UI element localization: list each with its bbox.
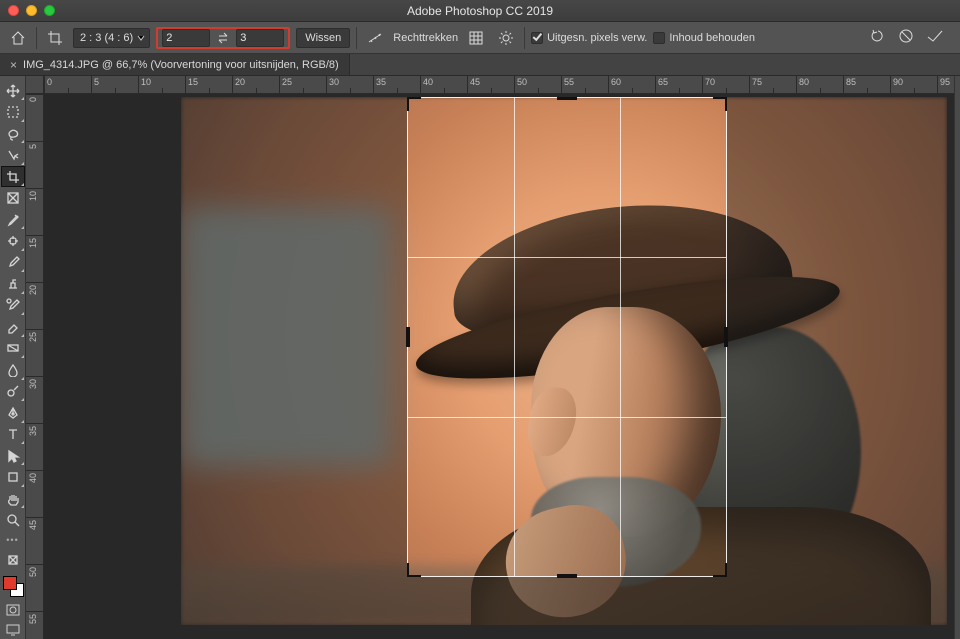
canvas-area[interactable]: 0510152025303540455055606570758085909510…	[26, 76, 954, 639]
delete-pixels-checkbox[interactable]: Uitgesn. pixels verw.	[531, 32, 647, 44]
options-bar: 2 : 3 (4 : 6) Wissen Rechttrekken Uitges…	[0, 22, 960, 54]
cancel-crop-button[interactable]	[898, 28, 914, 47]
document-tab-bar: × IMG_4314.JPG @ 66,7% (Voorvertoning vo…	[0, 54, 960, 76]
crop-height-input[interactable]	[236, 29, 284, 47]
ratio-preset-dropdown[interactable]: 2 : 3 (4 : 6)	[73, 28, 150, 48]
clear-ratio-button[interactable]: Wissen	[296, 28, 350, 48]
home-icon[interactable]	[6, 26, 30, 50]
zoom-tool[interactable]	[1, 509, 25, 530]
quick-select-tool[interactable]	[1, 144, 25, 165]
crop-tool-icon[interactable]	[43, 26, 67, 50]
edit-toolbar-icon[interactable]	[1, 549, 25, 570]
straighten-icon[interactable]	[363, 26, 387, 50]
crop-tool[interactable]	[1, 166, 25, 187]
frame-tool[interactable]	[1, 187, 25, 208]
clone-stamp-tool[interactable]	[1, 273, 25, 294]
commit-crop-button[interactable]	[926, 28, 944, 47]
history-brush-tool[interactable]	[1, 295, 25, 316]
healing-brush-tool[interactable]	[1, 230, 25, 251]
crop-options-gear-icon[interactable]	[494, 26, 518, 50]
marquee-tool[interactable]	[1, 101, 25, 122]
checkbox-icon	[531, 32, 543, 44]
path-select-tool[interactable]	[1, 445, 25, 466]
brush-tool[interactable]	[1, 252, 25, 273]
close-window-button[interactable]	[8, 5, 19, 16]
crop-preview	[407, 97, 727, 577]
move-tool[interactable]	[1, 80, 25, 101]
gradient-tool[interactable]	[1, 338, 25, 359]
toolbar-more-icon[interactable]: •••	[6, 535, 18, 545]
overlay-options-icon[interactable]	[464, 26, 488, 50]
quickmask-toggle[interactable]	[1, 602, 25, 620]
checkbox-icon	[653, 32, 665, 44]
window-controls	[8, 5, 55, 16]
canvas-stage[interactable]	[44, 94, 954, 639]
maximize-window-button[interactable]	[44, 5, 55, 16]
window-titlebar: Adobe Photoshop CC 2019	[0, 0, 960, 22]
hand-tool[interactable]	[1, 488, 25, 509]
app-title: Adobe Photoshop CC 2019	[0, 4, 960, 18]
document-image	[181, 97, 947, 625]
shape-tool[interactable]	[1, 466, 25, 487]
crop-width-input[interactable]	[162, 29, 210, 47]
tools-panel: •••	[0, 76, 26, 639]
lasso-tool[interactable]	[1, 123, 25, 144]
document-tab-title: IMG_4314.JPG @ 66,7% (Voorvertoning voor…	[23, 59, 339, 71]
eyedropper-tool[interactable]	[1, 209, 25, 230]
blur-tool[interactable]	[1, 359, 25, 380]
dodge-tool[interactable]	[1, 381, 25, 402]
reset-crop-button[interactable]	[870, 28, 886, 47]
swap-dimensions-button[interactable]	[214, 29, 232, 47]
screenmode-toggle[interactable]	[1, 621, 25, 639]
color-swatches[interactable]	[1, 574, 25, 599]
close-tab-icon[interactable]: ×	[10, 58, 17, 72]
eraser-tool[interactable]	[1, 316, 25, 337]
panel-gutter[interactable]	[954, 76, 960, 639]
content-aware-checkbox[interactable]: Inhoud behouden	[653, 32, 755, 44]
foreground-color-swatch[interactable]	[3, 576, 17, 590]
ratio-inputs-highlight	[156, 27, 290, 49]
vertical-ruler[interactable]: 0510152025303540455055606570758085	[26, 94, 44, 639]
ratio-preset-value: 2 : 3 (4 : 6)	[80, 32, 133, 44]
ruler-origin[interactable]	[26, 76, 44, 94]
straighten-label: Rechttrekken	[393, 32, 458, 44]
document-tab[interactable]: × IMG_4314.JPG @ 66,7% (Voorvertoning vo…	[0, 54, 350, 75]
minimize-window-button[interactable]	[26, 5, 37, 16]
pen-tool[interactable]	[1, 402, 25, 423]
horizontal-ruler[interactable]: 0510152025303540455055606570758085909510…	[44, 76, 954, 94]
type-tool[interactable]	[1, 424, 25, 445]
